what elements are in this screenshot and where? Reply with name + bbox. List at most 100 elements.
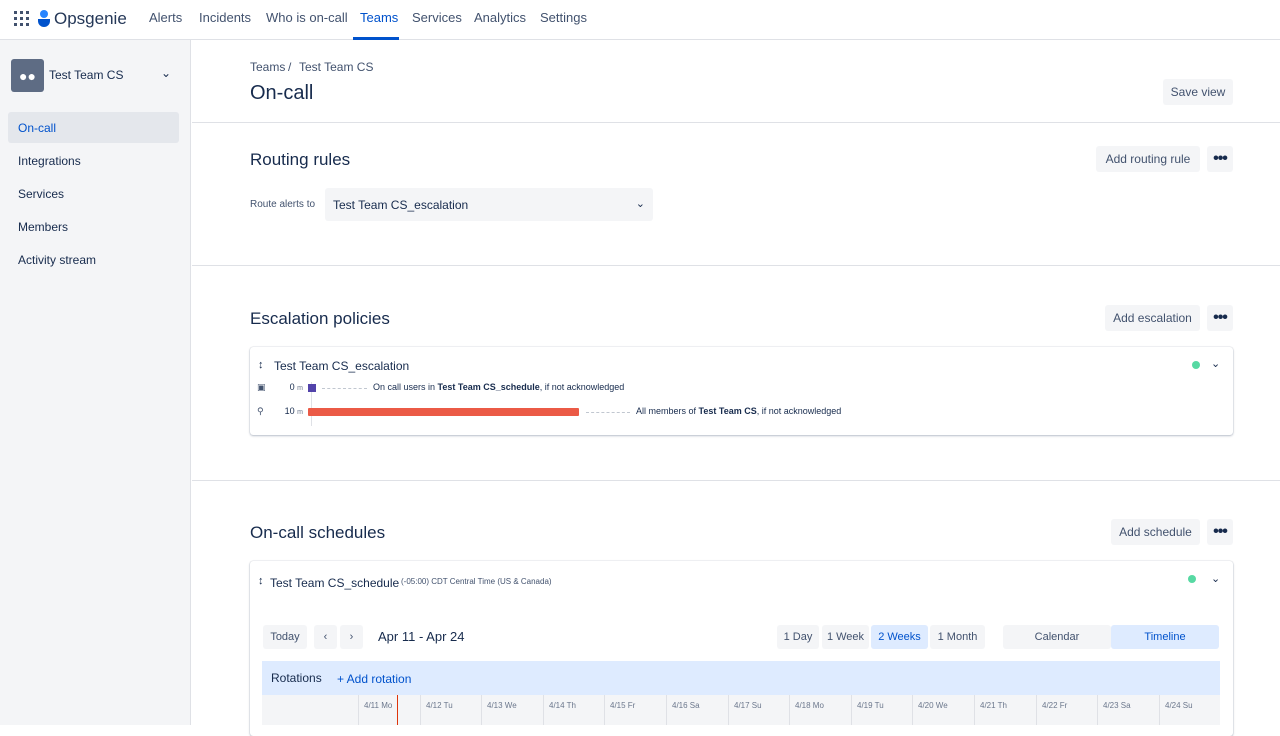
sidebar-item-integrations[interactable]: Integrations	[8, 145, 179, 176]
chevron-right-icon[interactable]: ›	[340, 625, 363, 649]
app-switcher-icon[interactable]	[14, 11, 29, 26]
team-switcher[interactable]: ●● Test Team CS ⌄	[11, 59, 181, 92]
route-alerts-value: Test Team CS_escalation	[333, 198, 469, 212]
route-alerts-select[interactable]: Test Team CS_escalation ⌄	[325, 188, 653, 221]
timeline-day: 4/16 Sa	[666, 695, 728, 725]
nav-teams[interactable]: Teams	[360, 10, 398, 25]
more-icon[interactable]: •••	[1207, 146, 1233, 172]
nav-settings[interactable]: Settings	[540, 10, 587, 25]
drag-sort-icon[interactable]: ↕	[258, 359, 264, 371]
escalation-bar-user	[308, 384, 316, 392]
escalation-rule-description: On call users in Test Team CS_schedule, …	[373, 382, 624, 392]
chevron-down-icon[interactable]: ⌄	[1211, 357, 1220, 370]
rule-target: Test Team CS_schedule	[437, 382, 540, 392]
escalation-policies-title: Escalation policies	[250, 309, 390, 328]
top-navigation: Opsgenie Alerts Incidents Who is on-call…	[0, 0, 1280, 40]
timeline-day: 4/19 Tu	[851, 695, 913, 725]
sidebar-item-services[interactable]: Services	[8, 178, 179, 209]
span-1-month[interactable]: 1 Month	[930, 625, 985, 649]
schedule-icon: ▣	[257, 382, 266, 392]
add-rotation-link[interactable]: + Add rotation	[337, 672, 411, 686]
on-call-schedules-title: On-call schedules	[250, 523, 386, 542]
schedule-timezone: (-05:00) CDT Central Time (US & Canada)	[401, 577, 552, 586]
section-divider	[192, 265, 1280, 266]
section-divider	[192, 480, 1280, 481]
span-1-day[interactable]: 1 Day	[777, 625, 819, 649]
team-icon: ●●	[11, 59, 44, 92]
route-alerts-label: Route alerts to	[250, 199, 316, 210]
today-button[interactable]: Today	[263, 625, 307, 649]
escalation-time-value: 0	[289, 382, 295, 392]
escalation-time-unit: m	[297, 409, 303, 416]
add-schedule-button[interactable]: Add schedule	[1111, 519, 1200, 545]
status-dot	[1192, 361, 1200, 369]
escalation-rule-description: All members of Test Team CS, if not ackn…	[636, 406, 841, 416]
timeline-day: 4/18 Mo	[789, 695, 851, 725]
save-view-button[interactable]: Save view	[1163, 79, 1233, 105]
breadcrumb-team[interactable]: Test Team CS	[299, 60, 373, 74]
timeline-day: 4/20 We	[912, 695, 974, 725]
add-routing-rule-button[interactable]: Add routing rule	[1096, 146, 1200, 172]
timeline-day: 4/24 Su	[1159, 695, 1220, 725]
breadcrumb-teams[interactable]: Teams	[250, 60, 285, 74]
brand-name: Opsgenie	[54, 9, 127, 28]
nav-alerts[interactable]: Alerts	[149, 10, 182, 25]
timeline-day: 4/11 Mo	[358, 695, 420, 725]
timeline-day: 4/17 Su	[728, 695, 790, 725]
timeline-day: 4/12 Tu	[420, 695, 482, 725]
section-divider	[192, 122, 1280, 123]
chevron-down-icon: ⌄	[635, 198, 645, 210]
rule-text: , if not acknowledged	[539, 382, 625, 392]
page-title: On-call	[250, 82, 314, 104]
dash-line	[586, 412, 630, 413]
timeline-day: 4/21 Th	[974, 695, 1036, 725]
add-escalation-button[interactable]: Add escalation	[1105, 305, 1200, 331]
timeline-day: 4/13 We	[481, 695, 543, 725]
team-icon: ⚲	[257, 406, 264, 416]
drag-sort-icon[interactable]: ↕	[258, 575, 264, 587]
view-calendar[interactable]: Calendar	[1003, 625, 1111, 649]
escalation-time: 10 m	[273, 406, 303, 416]
timeline-day: 4/23 Sa	[1097, 695, 1159, 725]
chevron-left-icon[interactable]: ‹	[314, 625, 337, 649]
breadcrumb-separator: /	[288, 60, 292, 74]
chevron-down-icon[interactable]: ⌄	[161, 66, 171, 80]
rule-text: On call users in	[373, 382, 438, 392]
rotations-label: Rotations	[271, 671, 322, 685]
view-timeline[interactable]: Timeline	[1111, 625, 1219, 649]
span-2-weeks[interactable]: 2 Weeks	[871, 625, 928, 649]
team-name: Test Team CS	[49, 68, 124, 82]
span-1-week[interactable]: 1 Week	[822, 625, 869, 649]
opsgenie-logo[interactable]: Opsgenie	[38, 8, 127, 30]
chevron-down-icon[interactable]: ⌄	[1211, 572, 1220, 585]
sidebar-item-members[interactable]: Members	[8, 211, 179, 242]
status-dot	[1188, 575, 1196, 583]
nav-analytics[interactable]: Analytics	[474, 10, 526, 25]
escalation-time-unit: m	[297, 385, 303, 392]
escalation-time: 0 m	[273, 382, 303, 392]
rule-text: All members of	[636, 406, 699, 416]
nav-services[interactable]: Services	[412, 10, 462, 25]
more-icon[interactable]: •••	[1207, 519, 1233, 545]
routing-rules-title: Routing rules	[250, 150, 351, 169]
dash-line	[322, 388, 367, 389]
nav-incidents[interactable]: Incidents	[199, 10, 251, 25]
date-range: Apr 11 - Apr 24	[378, 629, 465, 644]
sidebar-item-activity-stream[interactable]: Activity stream	[8, 244, 179, 275]
escalation-time-value: 10	[284, 406, 295, 416]
escalation-policy-name[interactable]: Test Team CS_escalation	[274, 359, 409, 373]
rule-target: Test Team CS	[698, 406, 757, 416]
rule-text: , if not acknowledged	[756, 406, 842, 416]
sidebar-item-on-call[interactable]: On-call	[8, 112, 179, 143]
timeline-day: 4/22 Fr	[1036, 695, 1098, 725]
opsgenie-logo-icon	[38, 10, 50, 28]
more-icon[interactable]: •••	[1207, 305, 1233, 331]
escalation-bar-team	[308, 408, 579, 416]
timeline-day: 4/15 Fr	[604, 695, 666, 725]
schedule-name[interactable]: Test Team CS_schedule	[270, 576, 399, 590]
sidebar: ●● Test Team CS ⌄ On-call Integrations S…	[0, 40, 191, 725]
nav-who-is-on-call[interactable]: Who is on-call	[266, 10, 348, 25]
current-time-indicator	[397, 695, 398, 725]
timeline-day: 4/14 Th	[543, 695, 605, 725]
active-nav-indicator	[353, 37, 399, 40]
